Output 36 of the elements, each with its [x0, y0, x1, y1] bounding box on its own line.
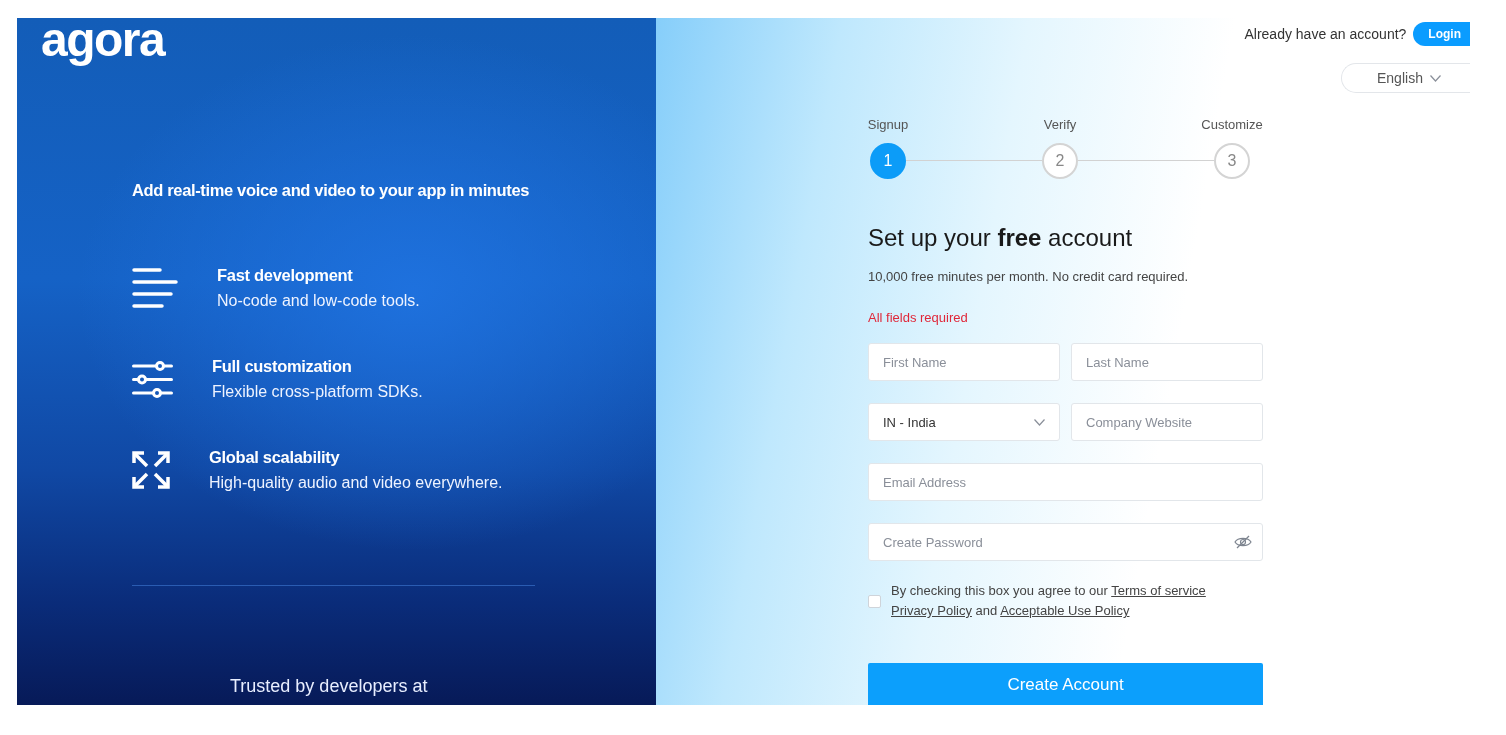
step-label: Signup	[867, 117, 909, 133]
step-label: Customize	[1201, 117, 1263, 133]
form-subtitle: 10,000 free minutes per month. No credit card required.	[868, 268, 1190, 286]
required-note: All fields required	[868, 309, 969, 327]
lines-icon	[132, 268, 178, 308]
eye-slash-icon[interactable]	[1234, 535, 1252, 549]
feature-title: Global scalability	[209, 447, 341, 468]
step-number: 1	[870, 143, 906, 179]
chevron-down-icon	[1034, 418, 1045, 426]
chevron-down-icon	[1429, 74, 1441, 82]
feature-title: Full customization	[212, 356, 353, 377]
text-field[interactable]: Last Name	[1071, 343, 1263, 381]
password-field[interactable]: Create Password	[868, 523, 1263, 561]
step-number: 2	[1042, 143, 1078, 179]
expand-arrows-icon	[132, 451, 170, 489]
text-field[interactable]: Email Address	[868, 463, 1263, 501]
feature-description: High-quality audio and video everywhere.	[209, 473, 503, 493]
step-number: 3	[1214, 143, 1250, 179]
sliders-icon	[132, 360, 173, 398]
trusted-by-text: Trusted by developers at	[230, 675, 428, 697]
language-select[interactable]: English	[1341, 63, 1470, 93]
tagline: Add real-time voice and video to your app in minutes	[132, 180, 531, 201]
policy-link[interactable]: Acceptable Use Policy	[1000, 603, 1130, 618]
feature-description: No-code and low-code tools.	[217, 291, 420, 311]
form-heading: Set up your free account	[868, 223, 1134, 253]
checkbox[interactable]	[868, 594, 881, 608]
feature-title: Fast development	[217, 265, 354, 286]
step-label: Verify	[1043, 117, 1077, 133]
policy-link[interactable]: Terms of service	[1111, 583, 1206, 598]
account-prompt: Already have an account?	[1244, 26, 1407, 42]
feature-description: Flexible cross-platform SDKs.	[212, 382, 423, 402]
consent-text: By checking this box you agree to our Terms of service Privacy Policy and Acceptable Use Policy	[891, 582, 1207, 620]
policy-link[interactable]: Privacy Policy	[891, 603, 972, 618]
text-field[interactable]: First Name	[868, 343, 1060, 381]
text-field[interactable]: Company Website	[1071, 403, 1263, 441]
country-select[interactable]: IN - India	[868, 403, 1060, 441]
